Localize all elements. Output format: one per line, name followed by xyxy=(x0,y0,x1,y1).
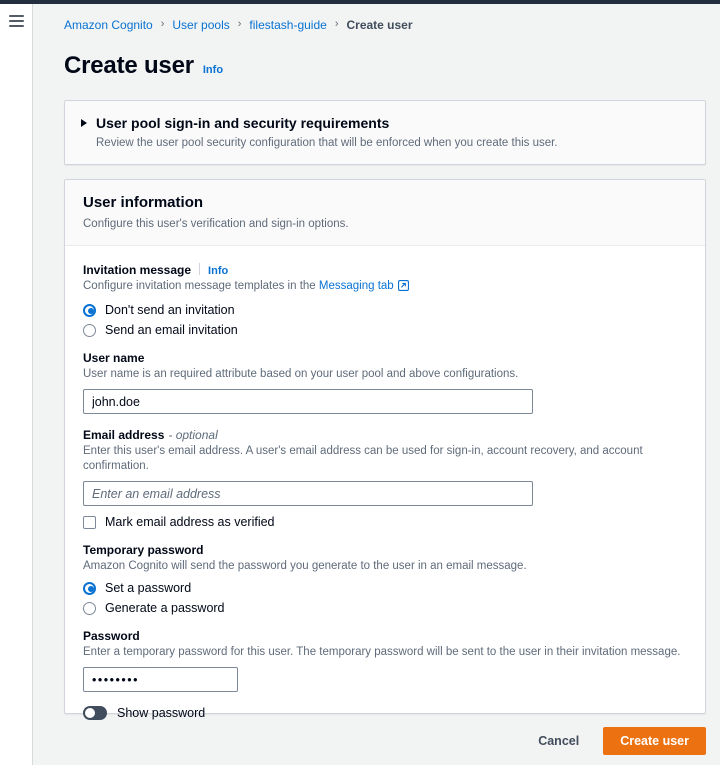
email-address-label-row: Email address - optional xyxy=(83,428,687,442)
temporary-password-field: Temporary password Amazon Cognito will s… xyxy=(83,543,687,615)
breadcrumb-item-user-pools[interactable]: User pools xyxy=(172,18,229,32)
user-name-field: User name User name is an required attri… xyxy=(83,351,687,414)
signin-security-title: User pool sign-in and security requireme… xyxy=(96,115,390,131)
invitation-message-label: Invitation message xyxy=(83,263,192,277)
email-address-description: Enter this user's email address. A user'… xyxy=(83,445,643,472)
breadcrumb-separator-icon: › xyxy=(334,18,339,30)
cancel-button[interactable]: Cancel xyxy=(528,729,589,753)
signin-security-container[interactable]: User pool sign-in and security requireme… xyxy=(64,100,706,165)
messaging-tab-link[interactable]: Messaging tab xyxy=(319,280,394,292)
password-description: Enter a temporary password for this user… xyxy=(83,646,681,658)
show-password-label: Show password xyxy=(117,706,206,720)
radio-label: Don't send an invitation xyxy=(105,303,235,317)
invitation-message-field: Invitation message Info Configure invita… xyxy=(83,262,687,337)
password-label: Password xyxy=(83,629,140,643)
breadcrumb-separator-icon: › xyxy=(237,18,242,30)
invitation-message-label-row: Invitation message Info xyxy=(83,262,687,277)
user-information-body: Invitation message Info Configure invita… xyxy=(65,246,705,738)
breadcrumb-item-filestash-guide[interactable]: filestash-guide xyxy=(249,18,326,32)
radio-dont-send-invitation[interactable]: Don't send an invitation xyxy=(83,303,687,317)
radio-generate-a-password[interactable]: Generate a password xyxy=(83,601,687,615)
user-information-title: User information xyxy=(83,194,204,211)
invitation-message-info-link[interactable]: Info xyxy=(208,265,228,277)
page-header: Create user Info xyxy=(64,52,223,80)
radio-send-email-invitation[interactable]: Send an email invitation xyxy=(83,323,687,337)
form-actions: Cancel Create user xyxy=(64,727,706,755)
create-user-button[interactable]: Create user xyxy=(603,727,706,755)
signin-security-description: Review the user pool security configurat… xyxy=(96,137,558,149)
password-input[interactable] xyxy=(83,667,238,692)
email-address-input[interactable] xyxy=(83,481,533,506)
email-address-field: Email address - optional Enter this user… xyxy=(83,428,687,529)
main-content-area: Amazon Cognito › User pools › filestash-… xyxy=(34,4,720,765)
hamburger-line xyxy=(9,20,24,22)
email-address-label: Email address xyxy=(83,428,165,442)
left-nav-rail xyxy=(0,4,33,765)
radio-label: Send an email invitation xyxy=(105,323,238,337)
external-link-icon[interactable] xyxy=(397,280,409,296)
caret-right-icon[interactable] xyxy=(81,119,87,127)
user-name-description: User name is an required attribute based… xyxy=(83,368,519,380)
temporary-password-label-row: Temporary password xyxy=(83,543,687,557)
user-information-header: User information Configure this user's v… xyxy=(65,180,705,246)
radio-label: Generate a password xyxy=(105,601,225,615)
user-name-label-row: User name xyxy=(83,351,687,365)
password-label-row: Password xyxy=(83,629,687,643)
label-divider xyxy=(199,263,201,275)
email-address-optional-tag: - optional xyxy=(168,428,218,442)
page-info-link[interactable]: Info xyxy=(203,64,223,76)
radio-set-a-password[interactable]: Set a password xyxy=(83,581,687,595)
breadcrumb: Amazon Cognito › User pools › filestash-… xyxy=(64,18,413,32)
mark-email-verified-checkbox-row[interactable]: Mark email address as verified xyxy=(83,515,687,529)
hamburger-line xyxy=(9,25,24,27)
breadcrumb-item-amazon-cognito[interactable]: Amazon Cognito xyxy=(64,18,153,32)
temporary-password-label: Temporary password xyxy=(83,543,204,557)
radio-label: Set a password xyxy=(105,581,192,595)
radio-indicator-selected[interactable] xyxy=(83,303,96,317)
temporary-password-description: Amazon Cognito will send the password yo… xyxy=(83,560,527,572)
show-password-toggle[interactable] xyxy=(83,706,107,720)
invitation-message-description: Configure invitation message templates i… xyxy=(83,279,687,296)
signin-security-toggle[interactable]: User pool sign-in and security requireme… xyxy=(65,101,705,131)
mark-email-verified-label: Mark email address as verified xyxy=(105,515,275,529)
breadcrumb-separator-icon: › xyxy=(160,18,165,30)
hamburger-line xyxy=(9,15,24,17)
user-information-container: User information Configure this user's v… xyxy=(64,179,706,720)
radio-indicator[interactable] xyxy=(83,323,96,337)
breadcrumb-item-create-user: Create user xyxy=(346,18,413,32)
checkbox-indicator[interactable] xyxy=(83,515,96,529)
password-field: Password Enter a temporary password for … xyxy=(83,629,687,720)
invitation-message-description-text: Configure invitation message templates i… xyxy=(83,280,319,292)
hamburger-menu-icon[interactable] xyxy=(9,15,24,27)
show-password-toggle-row[interactable]: Show password xyxy=(83,706,687,720)
user-name-label: User name xyxy=(83,351,145,365)
toggle-knob xyxy=(85,708,95,718)
radio-indicator-selected[interactable] xyxy=(83,581,96,595)
user-information-description: Configure this user's verification and s… xyxy=(83,218,349,230)
page-title: Create user xyxy=(64,52,194,79)
radio-indicator[interactable] xyxy=(83,601,96,615)
user-name-input[interactable] xyxy=(83,389,533,414)
